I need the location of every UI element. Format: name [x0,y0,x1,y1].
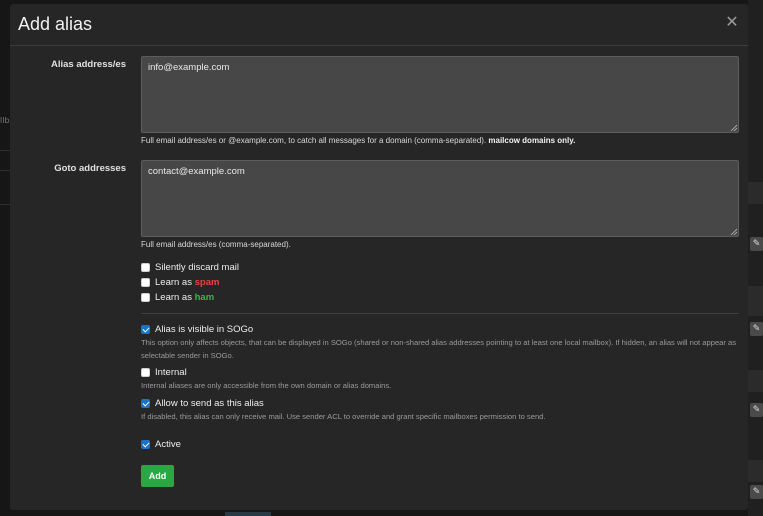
checkbox-box[interactable] [141,399,150,408]
checkbox-box[interactable] [141,293,150,302]
checkbox-box[interactable] [141,278,150,287]
internal-checkbox[interactable]: Internal [141,367,187,378]
learn-ham-checkbox[interactable]: Learn as ham [141,292,214,303]
learn-spam-checkbox[interactable]: Learn as spam [141,277,219,288]
pencil-icon: ✎ [750,403,763,417]
modal-title: Add alias [18,14,93,34]
pencil-icon: ✎ [750,485,763,499]
close-icon[interactable]: ✕ [724,14,740,30]
background-line [0,204,10,205]
alias-address-label: Alias address/es [51,59,126,70]
checkbox-box[interactable] [141,263,150,272]
modal-header: Add alias ✕ [10,4,748,46]
goto-address-label: Goto addresses [54,163,126,174]
background-line [0,150,10,151]
checkbox-box[interactable] [141,368,150,377]
send-as-help: If disabled, this alias can only receive… [141,412,546,421]
background-table-edge [748,0,763,516]
background-bar [225,512,271,516]
goto-address-input[interactable]: contact@example.com [141,160,739,237]
resize-grip-icon[interactable] [730,124,737,131]
resize-grip-icon[interactable] [730,228,737,235]
background-line [0,170,10,171]
pencil-icon: ✎ [750,322,763,336]
alias-address-input[interactable]: info@example.com [141,56,739,133]
sogo-visible-help: This option only affects objects, that c… [141,338,737,360]
goto-address-value: contact@example.com [148,166,245,177]
alias-address-value: info@example.com [148,62,230,73]
pencil-icon: ✎ [750,237,763,251]
sogo-visible-checkbox[interactable]: Alias is visible in SOGo [141,324,253,335]
add-button[interactable]: Add [141,465,174,487]
background-text: llb [0,116,10,125]
silently-discard-checkbox[interactable]: Silently discard mail [141,262,239,273]
goto-address-help: Full email address/es (comma-separated). [141,240,291,249]
checkbox-box[interactable] [141,325,150,334]
checkbox-box[interactable] [141,440,150,449]
divider [141,313,739,314]
add-alias-modal: Add alias ✕ Alias address/es info@exampl… [10,4,748,510]
internal-help: Internal aliases are only accessible fro… [141,381,392,390]
alias-address-help: Full email address/es or @example.com, t… [141,136,576,145]
send-as-checkbox[interactable]: Allow to send as this alias [141,398,264,409]
active-checkbox[interactable]: Active [141,439,181,450]
